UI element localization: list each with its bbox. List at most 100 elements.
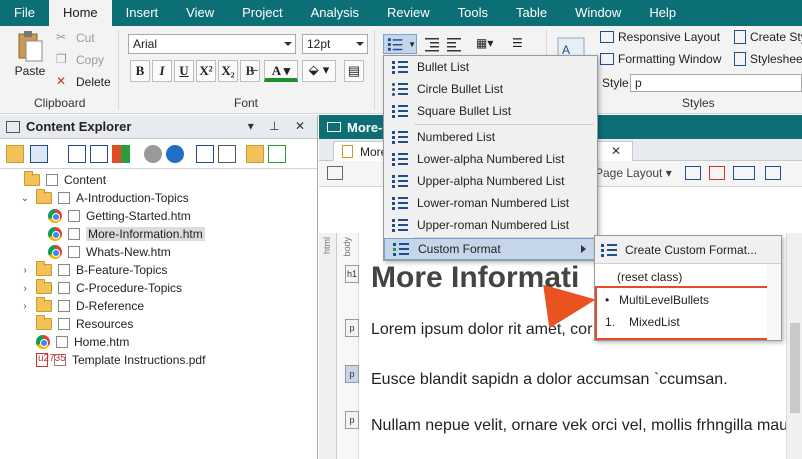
menu-item-upper-alpha-list[interactable]: Upper-alpha Numbered List bbox=[384, 170, 597, 192]
create-style-button[interactable]: Create Sty bbox=[734, 30, 802, 44]
menu-item-numbered-list[interactable]: Numbered List bbox=[384, 126, 597, 148]
view-mode-icon[interactable] bbox=[327, 166, 343, 180]
tree-item[interactable]: › C-Procedure-Topics bbox=[20, 279, 182, 297]
copy-button[interactable]: ❐ Copy bbox=[56, 52, 104, 68]
menu-home[interactable]: Home bbox=[48, 0, 112, 26]
delete-button[interactable]: ✕ Delete bbox=[56, 74, 111, 90]
grid-icon[interactable] bbox=[112, 145, 130, 163]
bold-button[interactable]: B bbox=[130, 60, 150, 82]
chevron-down-icon[interactable]: ▼ bbox=[408, 40, 416, 49]
tree-item[interactable]: Whats-New.htm bbox=[48, 243, 171, 261]
indent-button[interactable] bbox=[446, 36, 462, 52]
checkbox[interactable] bbox=[58, 192, 70, 204]
menu-analysis[interactable]: Analysis bbox=[297, 0, 373, 26]
highlight-color-button[interactable]: ⬙ ▾ bbox=[302, 60, 336, 82]
import-icon[interactable] bbox=[196, 145, 214, 163]
checkbox[interactable] bbox=[68, 246, 80, 258]
tree-item[interactable]: Template Instructions.pdf bbox=[36, 351, 205, 369]
menu-file[interactable]: File bbox=[0, 0, 49, 26]
tree-item[interactable]: › D-Reference bbox=[20, 297, 144, 315]
menu-item-lower-roman-list[interactable]: Lower-roman Numbered List bbox=[384, 192, 597, 214]
clear-format-button[interactable]: B̶ bbox=[240, 60, 260, 82]
h1-tag-marker[interactable]: h1 bbox=[345, 265, 359, 283]
menu-project[interactable]: Project bbox=[228, 0, 296, 26]
formatting-window-button[interactable]: Formatting Window bbox=[600, 52, 721, 66]
menu-item-custom-format[interactable]: Custom Format bbox=[384, 238, 597, 260]
menu-view[interactable]: View bbox=[172, 0, 228, 26]
checkbox[interactable] bbox=[68, 210, 80, 222]
tree-item[interactable]: More-Information.htm bbox=[48, 225, 205, 243]
menu-item-upper-roman-list[interactable]: Upper-roman Numbered List bbox=[384, 214, 597, 236]
view-icon[interactable] bbox=[30, 145, 48, 163]
outdent-button[interactable] bbox=[424, 36, 440, 52]
p-tag-marker[interactable]: p bbox=[345, 365, 359, 383]
font-size-select[interactable]: 12pt bbox=[302, 34, 368, 54]
menu-review[interactable]: Review bbox=[373, 0, 444, 26]
preview-icon[interactable] bbox=[685, 166, 701, 180]
search-icon[interactable] bbox=[218, 145, 236, 163]
stylesheet-button[interactable]: Styleshee bbox=[734, 52, 802, 66]
menu-item-lower-alpha-list[interactable]: Lower-alpha Numbered List bbox=[384, 148, 597, 170]
create-custom-format-item[interactable]: Create Custom Format... bbox=[595, 236, 781, 264]
menu-item-square-bullet-list[interactable]: Square Bullet List bbox=[384, 100, 597, 122]
tree-item[interactable]: Getting-Started.htm bbox=[48, 207, 191, 225]
add-file-icon[interactable] bbox=[268, 145, 286, 163]
folder-icon[interactable] bbox=[6, 145, 24, 163]
checkbox[interactable] bbox=[58, 318, 70, 330]
menu-help[interactable]: Help bbox=[635, 0, 690, 26]
italic-button[interactable]: I bbox=[152, 60, 172, 82]
menu-item-circle-bullet-list[interactable]: Circle Bullet List bbox=[384, 78, 597, 100]
page-layout-select[interactable]: Page Layout ▾ bbox=[595, 166, 672, 180]
menu-tools[interactable]: Tools bbox=[444, 0, 502, 26]
refresh-icon[interactable] bbox=[144, 145, 162, 163]
vertical-scrollbar[interactable] bbox=[786, 233, 802, 459]
menu-insert[interactable]: Insert bbox=[112, 0, 173, 26]
submenu-scrollbar[interactable] bbox=[767, 264, 781, 340]
list-style-button[interactable]: ☰ bbox=[512, 36, 523, 50]
chevron-right-icon[interactable]: › bbox=[20, 265, 30, 276]
checkbox[interactable] bbox=[56, 336, 68, 348]
tree-item[interactable]: Resources bbox=[20, 315, 133, 333]
font-family-select[interactable]: Arial bbox=[128, 34, 296, 54]
checkbox[interactable] bbox=[58, 300, 70, 312]
font-color-button[interactable]: A ▾ bbox=[264, 60, 298, 82]
new-folder-icon[interactable] bbox=[246, 145, 264, 163]
p-tag-marker[interactable]: p bbox=[345, 411, 359, 429]
paste-button[interactable]: Paste bbox=[12, 30, 48, 78]
style-select[interactable]: p bbox=[630, 74, 802, 92]
table-style-button[interactable]: ▦▾ bbox=[476, 36, 493, 50]
option-multilevelbullets[interactable]: • MultiLevelBullets bbox=[605, 293, 709, 307]
underline-button[interactable]: U bbox=[174, 60, 194, 82]
copy-icon[interactable] bbox=[68, 145, 86, 163]
checkbox[interactable] bbox=[58, 264, 70, 276]
sync-icon[interactable] bbox=[166, 145, 184, 163]
menu-table[interactable]: Table bbox=[502, 0, 561, 26]
chevron-right-icon[interactable]: › bbox=[20, 301, 30, 312]
tree-item[interactable]: › B-Feature-Topics bbox=[20, 261, 167, 279]
checkbox[interactable] bbox=[68, 228, 80, 240]
p-tag-marker[interactable]: p bbox=[345, 319, 359, 337]
chevron-down-icon[interactable]: ⌄ bbox=[20, 193, 30, 204]
format-painter-button[interactable]: ▤ bbox=[344, 60, 364, 82]
image-icon[interactable] bbox=[733, 166, 755, 180]
option-mixedlist[interactable]: 1. MixedList bbox=[605, 315, 680, 329]
reset-class-item[interactable]: (reset class) bbox=[617, 270, 682, 284]
close-icon[interactable]: ✕ bbox=[611, 144, 621, 158]
duplicate-icon[interactable] bbox=[90, 145, 108, 163]
chevron-right-icon[interactable]: › bbox=[20, 283, 30, 294]
menu-window[interactable]: Window bbox=[561, 0, 635, 26]
checkbox[interactable] bbox=[58, 282, 70, 294]
checkbox[interactable] bbox=[46, 174, 58, 186]
subscript-button[interactable]: X₂ bbox=[218, 60, 238, 82]
tree-item[interactable]: Content bbox=[8, 171, 106, 189]
tree-item[interactable]: ⌄ A-Introduction-Topics bbox=[20, 189, 189, 207]
settings-icon[interactable] bbox=[765, 166, 781, 180]
tree-item[interactable]: Home.htm bbox=[36, 333, 129, 351]
menu-item-bullet-list[interactable]: Bullet List bbox=[384, 56, 597, 78]
panel-controls[interactable]: ▾ ⊥ ✕ bbox=[248, 119, 311, 133]
browser-icon[interactable] bbox=[709, 166, 725, 180]
responsive-layout-button[interactable]: Responsive Layout bbox=[600, 30, 720, 44]
cut-button[interactable]: ✂ Cut bbox=[56, 30, 95, 46]
superscript-button[interactable]: X² bbox=[196, 60, 216, 82]
scrollbar-thumb[interactable] bbox=[790, 323, 800, 413]
